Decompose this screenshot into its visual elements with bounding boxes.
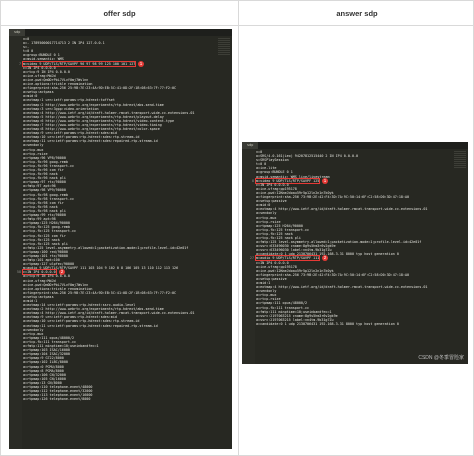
offer-sdp-header: offer sdp (1, 1, 239, 25)
offer-sdp-editor[interactable]: sdp 1v=02o=- 17895000017714713 2 IN IP4 … (9, 29, 232, 449)
comparison-table: offer sdp answer sdp sdp 1v=02o=- 178950… (0, 0, 474, 456)
answer-sdp-header: answer sdp (336, 8, 378, 18)
column-divider (238, 25, 239, 456)
editor-tab[interactable]: sdp (9, 29, 26, 36)
line-number: 7 (18, 61, 21, 66)
code-line[interactable]: 43a=candidate:0 1 udp 2130706431 192.168… (256, 322, 452, 326)
answer-code-area[interactable]: 1v=02o=SRS/4.0.161(Leo) 94207812515440 2… (250, 150, 452, 326)
code-text: a=rtpmap:126 telephone-event/8000 (23, 397, 91, 402)
line-number: 27 (249, 256, 254, 261)
line-number: 58 (16, 270, 21, 275)
minimap[interactable] (218, 38, 230, 56)
code-line[interactable]: 89a=rtpmap:126 telephone-event/8000 (23, 397, 216, 401)
editor-tab[interactable]: sdp (242, 142, 259, 149)
watermark: CSDN @冬季冒险家 (418, 355, 464, 361)
offer-code-area[interactable]: 1v=02o=- 17895000017714713 2 IN IP4 127.… (17, 37, 216, 401)
answer-sdp-editor[interactable]: sdp 1v=02o=SRS/4.0.161(Leo) 942078125154… (242, 142, 468, 364)
minimap[interactable] (454, 151, 466, 169)
code-text: a=candidate:0 1 udp 2130706431 192.168.3… (256, 321, 399, 326)
line-number: 8 (251, 178, 254, 183)
editor-tab-bar: sdp (9, 29, 232, 36)
line-number-gutter (9, 36, 22, 449)
editor-tab-bar: sdp (242, 142, 468, 149)
